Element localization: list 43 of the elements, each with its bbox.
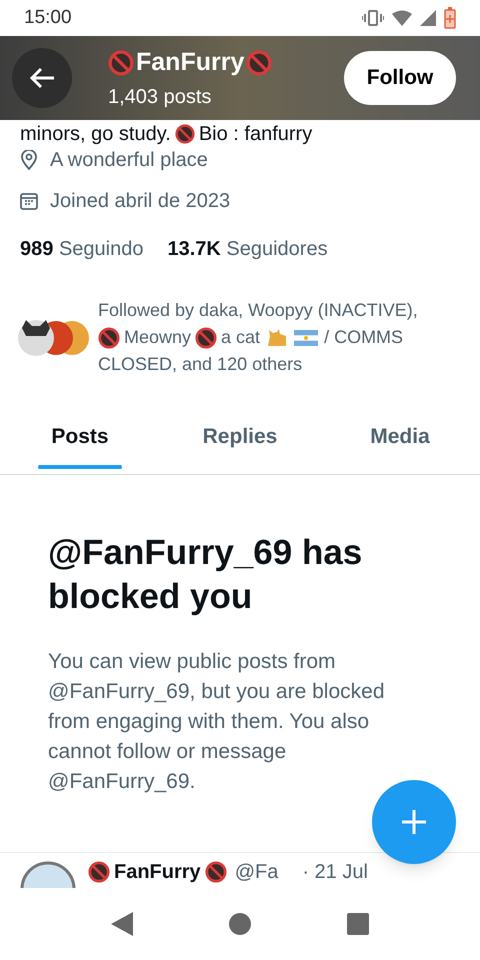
post-author-name: FanFurry (114, 861, 201, 883)
post-date: · 21 Jul (302, 861, 368, 883)
wifi-icon (392, 10, 412, 26)
no-adults-icon (195, 326, 218, 348)
followed-by-text: a cat (221, 326, 260, 349)
back-arrow-icon (28, 66, 56, 90)
blocked-title: @FanFurry_69 has blocked you (48, 532, 364, 618)
profile-tab[interactable]: Media (320, 408, 480, 474)
battery-icon (444, 7, 456, 29)
plus-icon (401, 809, 427, 835)
blocked-message: You can view public posts from @FanFurry_69, but you are blocked from engaging with them. You also cannot follow or message @FanFurry_69. (48, 649, 386, 795)
no-adults-icon (98, 326, 120, 348)
status-time: 15:00 (24, 6, 72, 30)
post-handle: @Fa (234, 861, 278, 883)
posts-count: 1,403 posts (108, 84, 212, 110)
vibrate-icon (362, 10, 384, 26)
bio-text: Bio : fanfurry (198, 122, 312, 147)
followed-by-text: Meowny (124, 326, 192, 349)
joined-text: Joined abril de 2023 (50, 189, 230, 214)
no-adults-icon (204, 861, 227, 883)
stat-link[interactable]: 13.7K Seguidores (167, 234, 328, 264)
no-adults-icon (174, 124, 195, 144)
bio-text: minors, go study. (20, 122, 171, 147)
profile-name: FanFurry (136, 47, 244, 78)
followed-by-text: / COMMS (324, 326, 404, 349)
calendar-icon (20, 192, 38, 210)
signal-icon (420, 10, 436, 26)
followed-by-text: Followed by daka, Woopyy (INACTIVE), (98, 299, 418, 322)
no-adults-icon (246, 50, 272, 76)
no-adults-icon (88, 861, 110, 883)
profile-tab[interactable]: Replies (160, 408, 320, 474)
dog-icon (266, 328, 288, 348)
nav-home-icon[interactable] (229, 913, 251, 935)
nav-back-icon[interactable] (111, 912, 133, 936)
avatar-icon (16, 318, 90, 358)
no-adults-icon (108, 50, 134, 76)
location-text: A wonderful place (50, 148, 208, 173)
followed-by-text: CLOSED, and 120 others (98, 353, 302, 376)
follow-button[interactable]: Follow (344, 51, 456, 105)
stat-link[interactable]: 989 Seguindo (20, 234, 144, 264)
flag-icon (294, 330, 318, 346)
profile-tab[interactable]: Posts (0, 408, 160, 474)
location-icon (20, 150, 38, 170)
